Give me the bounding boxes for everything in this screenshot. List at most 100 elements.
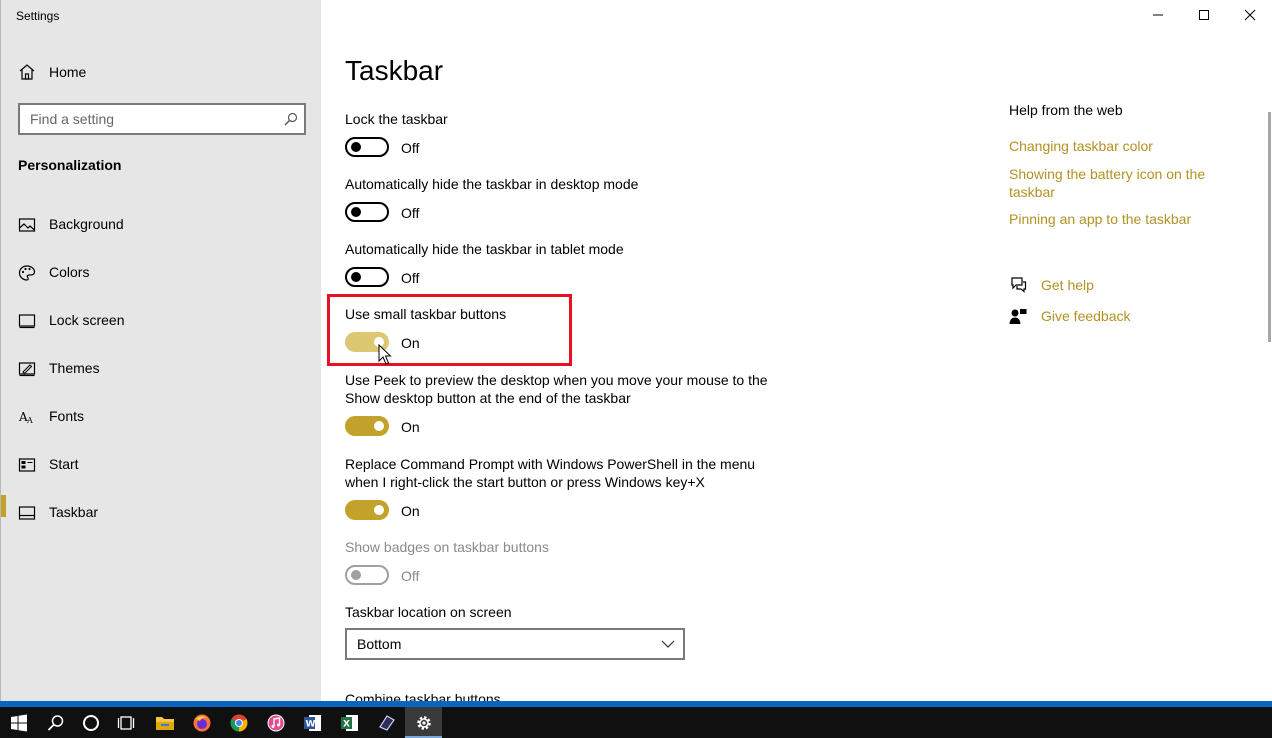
- setting-label-autohide-desktop: Automatically hide the taskbar in deskto…: [345, 176, 639, 192]
- task-view-icon: [117, 715, 134, 730]
- home-icon: [19, 64, 35, 80]
- themes-icon: [18, 362, 36, 377]
- sidebar-item-lock-screen[interactable]: Lock screen: [1, 301, 322, 341]
- word-button[interactable]: W: [294, 707, 331, 738]
- cortana-button[interactable]: [72, 707, 109, 738]
- sidebar-item-label: Lock screen: [49, 312, 125, 328]
- setting-label-badges: Show badges on taskbar buttons: [345, 539, 549, 555]
- svg-text:W: W: [305, 719, 315, 729]
- palette-icon: [18, 265, 36, 281]
- help-link-battery-icon[interactable]: Showing the battery icon on the taskbar: [1009, 165, 1229, 201]
- toggle-state: On: [401, 503, 420, 519]
- firefox-icon: [193, 714, 210, 731]
- word-icon: W: [303, 714, 321, 731]
- section-title: Personalization: [18, 157, 122, 173]
- chrome-button[interactable]: [220, 707, 257, 738]
- start-icon: [18, 458, 36, 472]
- task-view-button[interactable]: [107, 707, 144, 738]
- sidebar-item-taskbar[interactable]: Taskbar: [1, 493, 322, 533]
- toggle-autohide-tablet[interactable]: [345, 267, 389, 287]
- cortana-icon: [82, 714, 99, 731]
- windows-taskbar: W X: [0, 701, 1272, 738]
- minimize-icon: [1153, 14, 1163, 16]
- toggle-peek[interactable]: [345, 416, 389, 436]
- dropdown-value: Bottom: [357, 636, 402, 652]
- excel-button[interactable]: X: [331, 707, 368, 738]
- setting-label-powershell: Replace Command Prompt with Windows Powe…: [345, 456, 756, 490]
- nav-home[interactable]: Home: [1, 56, 322, 88]
- sidebar-item-label: Themes: [49, 360, 100, 376]
- toggle-state: On: [401, 335, 420, 351]
- sidebar-item-start[interactable]: Start: [1, 445, 322, 485]
- search-icon: [47, 714, 63, 731]
- sidebar-item-background[interactable]: Background: [1, 205, 322, 245]
- get-help-link[interactable]: Get help: [1009, 276, 1209, 296]
- windows-start-icon: [10, 714, 27, 731]
- app-title: Settings: [16, 9, 60, 23]
- settings-button[interactable]: [405, 707, 442, 738]
- file-explorer-button[interactable]: [146, 707, 183, 738]
- close-icon: [1244, 9, 1256, 21]
- setting-label-small-buttons: Use small taskbar buttons: [345, 306, 507, 322]
- excel-icon: X: [340, 714, 358, 731]
- sidebar-item-colors[interactable]: Colors: [1, 253, 322, 293]
- get-help-label: Get help: [1041, 277, 1094, 293]
- firefox-button[interactable]: [183, 707, 220, 738]
- setting-label-autohide-tablet: Automatically hide the taskbar in tablet…: [345, 241, 624, 257]
- itunes-icon: [267, 714, 284, 731]
- sidebar-item-label: Colors: [49, 264, 90, 280]
- maximize-icon: [1199, 10, 1209, 20]
- toggle-state: Off: [401, 140, 420, 156]
- lock-screen-icon: [18, 314, 36, 329]
- maximize-button[interactable]: [1181, 0, 1227, 30]
- app-button[interactable]: [368, 707, 405, 738]
- give-feedback-link[interactable]: Give feedback: [1009, 307, 1209, 327]
- chrome-icon: [230, 714, 247, 731]
- chevron-down-icon: [661, 640, 675, 648]
- scrollbar[interactable]: [1268, 112, 1271, 342]
- toggle-powershell[interactable]: [345, 500, 389, 520]
- picture-icon: [18, 218, 36, 232]
- mouse-cursor-icon: [378, 344, 392, 365]
- minimize-button[interactable]: [1135, 0, 1181, 30]
- taskbar-icon: [18, 506, 36, 520]
- give-feedback-label: Give feedback: [1041, 308, 1131, 324]
- toggle-autohide-desktop[interactable]: [345, 202, 389, 222]
- sidebar-item-themes[interactable]: Themes: [1, 349, 322, 389]
- start-button[interactable]: [0, 707, 37, 738]
- toggle-state: Off: [401, 270, 420, 286]
- taskbar-search-button[interactable]: [37, 707, 74, 738]
- file-explorer-icon: [155, 716, 174, 730]
- help-link-taskbar-color[interactable]: Changing taskbar color: [1009, 137, 1229, 155]
- itunes-button[interactable]: [257, 707, 294, 738]
- search-icon[interactable]: [284, 112, 298, 126]
- sidebar-item-label: Start: [49, 456, 79, 472]
- sidebar-item-label: Background: [49, 216, 124, 232]
- feedback-icon: [1009, 309, 1027, 324]
- sidebar-item-label: Fonts: [49, 408, 85, 424]
- sidebar-item-fonts[interactable]: A A Fonts: [1, 397, 322, 437]
- nav-home-label: Home: [49, 64, 87, 80]
- page-title: Taskbar: [345, 55, 444, 86]
- setting-label-location: Taskbar location on screen: [345, 604, 512, 620]
- toggle-state: On: [401, 419, 420, 435]
- app-icon: [378, 714, 395, 731]
- svg-text:A: A: [26, 416, 33, 425]
- sidebar-item-label: Taskbar: [49, 504, 99, 520]
- toggle-lock-taskbar[interactable]: [345, 137, 389, 157]
- toggle-state: Off: [401, 205, 420, 221]
- close-button[interactable]: [1227, 0, 1272, 30]
- setting-label-lock-taskbar: Lock the taskbar: [345, 111, 448, 127]
- toggle-badges: [345, 565, 389, 585]
- toggle-state: Off: [401, 568, 420, 584]
- search-box[interactable]: [18, 103, 306, 135]
- search-input[interactable]: [20, 105, 270, 133]
- taskbar-location-dropdown[interactable]: Bottom: [345, 628, 685, 660]
- setting-label-peek: Use Peek to preview the desktop when you…: [345, 372, 768, 406]
- svg-text:X: X: [343, 719, 350, 729]
- help-link-pinning-app[interactable]: Pinning an app to the taskbar: [1009, 210, 1229, 228]
- setting-label-combine: Combine taskbar buttons: [345, 691, 501, 701]
- settings-icon: [416, 715, 431, 730]
- chat-help-icon: [1011, 277, 1027, 293]
- help-title: Help from the web: [1009, 102, 1123, 118]
